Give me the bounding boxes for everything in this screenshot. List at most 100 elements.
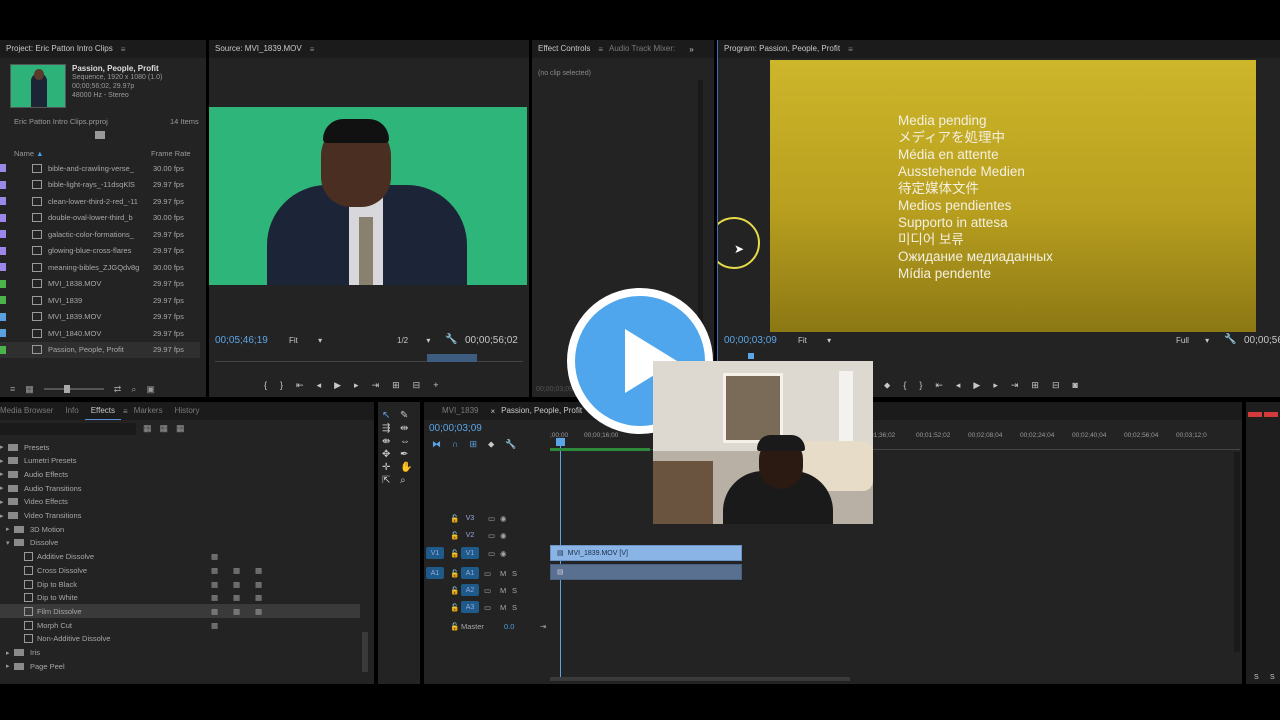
- lock-icon[interactable]: 🔓: [450, 514, 459, 523]
- effects-tree-item[interactable]: ▸ Audio Effects: [0, 467, 360, 481]
- slide-tool-icon[interactable]: ✛: [382, 462, 400, 473]
- project-panel-title[interactable]: Project: Eric Patton Intro Clips: [0, 40, 119, 58]
- effects-tree-item[interactable]: ▸ Audio Transitions: [0, 481, 360, 495]
- column-name[interactable]: Name ▲: [14, 149, 44, 158]
- wrench-icon[interactable]: 🔧: [1224, 334, 1236, 345]
- project-list-item[interactable]: bible-light-rays_-11dsqKlS 29.97 fps: [0, 177, 200, 193]
- effects-tree-item[interactable]: Additive Dissolve ▦: [0, 550, 360, 564]
- expand-arrow-icon[interactable]: ▸: [0, 470, 8, 478]
- 32bit-icon[interactable]: ▦: [160, 423, 169, 434]
- automate-icon[interactable]: ⇄: [114, 384, 122, 395]
- column-frame-rate[interactable]: Frame Rate: [151, 149, 191, 158]
- effects-tree-item[interactable]: ▸ Presets: [0, 440, 360, 454]
- project-list-item[interactable]: Passion, People, Profit 29.97 fps: [0, 341, 200, 358]
- source-timecode[interactable]: 00;05;46;19: [215, 335, 268, 346]
- play-icon[interactable]: ▶: [973, 380, 980, 391]
- mute-button[interactable]: M: [500, 569, 506, 578]
- hand-tool-icon[interactable]: ✋: [400, 462, 418, 473]
- step-forward-icon[interactable]: ▸: [354, 380, 359, 391]
- video-clip-mvi1839[interactable]: ▤ MVI_1839.MOV [V]: [550, 545, 742, 561]
- wrench-icon[interactable]: 🔧: [445, 334, 457, 345]
- track-target[interactable]: V1: [461, 547, 479, 559]
- solo-button[interactable]: S: [512, 569, 517, 578]
- program-monitor-title[interactable]: Program: Passion, People, Profit: [718, 40, 846, 58]
- effects-tree-item[interactable]: Cross Dissolve ▦ ▦ ▦: [0, 563, 360, 577]
- track-target[interactable]: V3: [461, 512, 479, 524]
- project-list-item[interactable]: MVI_1840.MOV 29.97 fps: [0, 325, 200, 341]
- program-video-frame[interactable]: Media pending メディアを処理中 Média en attente Aus…: [770, 60, 1256, 332]
- meter-solo-left[interactable]: S: [1254, 674, 1259, 681]
- project-list-item[interactable]: glowing-blue-cross-flares 29.97 fps: [0, 243, 200, 259]
- effects-scrollbar[interactable]: [362, 632, 368, 672]
- yuv-icon[interactable]: ▦: [176, 423, 185, 434]
- effects-tree-item[interactable]: ▸ Lumetri Presets: [0, 454, 360, 468]
- step-back-icon[interactable]: ◂: [317, 380, 322, 391]
- expand-arrow-icon[interactable]: ▸: [0, 498, 8, 506]
- pen-tool-icon[interactable]: ✒: [400, 449, 418, 460]
- source-patch-v1[interactable]: V1: [426, 547, 444, 559]
- mute-button[interactable]: M: [500, 586, 506, 595]
- go-to-out-icon[interactable]: ⇥: [372, 380, 380, 391]
- step-back-icon[interactable]: ◂: [956, 380, 961, 391]
- snap-icon[interactable]: ∩: [452, 439, 458, 450]
- add-marker-icon[interactable]: ⬥: [488, 439, 494, 450]
- track-target[interactable]: A3: [461, 601, 479, 613]
- eye-icon[interactable]: ◉: [500, 531, 507, 540]
- effects-tree-item[interactable]: Film Dissolve ▦ ▦ ▦: [0, 604, 360, 619]
- track-target[interactable]: V2: [461, 529, 479, 541]
- zoom-tool-icon[interactable]: ⌕: [400, 475, 418, 486]
- tab-info[interactable]: Info: [59, 402, 84, 420]
- timeline-h-scroll[interactable]: [550, 677, 850, 681]
- mark-in-icon[interactable]: {: [264, 380, 267, 391]
- source-fit-dropdown[interactable]: Fit ▾: [289, 336, 322, 345]
- effects-search-input[interactable]: [0, 423, 136, 435]
- selection-tool-icon[interactable]: ↖: [382, 410, 400, 421]
- project-list-item[interactable]: meaning-bibles_ZJGQdv8g 30.00 fps: [0, 259, 200, 275]
- expand-arrow-icon[interactable]: ▸: [0, 512, 8, 520]
- lock-icon[interactable]: 🔓: [450, 531, 459, 540]
- insert-icon[interactable]: ⊞: [392, 380, 400, 391]
- source-patch-a1[interactable]: A1: [426, 567, 444, 579]
- rolling-edit-icon[interactable]: ⇼: [382, 436, 400, 447]
- expand-arrow-icon[interactable]: ▸: [6, 649, 14, 657]
- go-to-out-icon[interactable]: ⇥: [1011, 380, 1019, 391]
- project-list-item[interactable]: MVI_1838.MOV 29.97 fps: [0, 276, 200, 292]
- master-volume[interactable]: 0.0: [504, 622, 514, 631]
- source-video-frame[interactable]: [209, 107, 527, 285]
- tab-effects[interactable]: Effects: [84, 402, 122, 420]
- effects-tree-item[interactable]: Non-Additive Dissolve: [0, 632, 360, 646]
- eye-icon[interactable]: ◉: [500, 549, 507, 558]
- zoom-slider[interactable]: [43, 385, 104, 393]
- timeline-scrollbar[interactable]: [1234, 452, 1240, 652]
- solo-button[interactable]: S: [512, 603, 517, 612]
- track-select-icon[interactable]: ⇶: [382, 423, 400, 434]
- overflow-icon[interactable]: »: [689, 45, 693, 54]
- mark-in-icon[interactable]: {: [903, 380, 906, 391]
- overwrite-icon[interactable]: ⊟: [413, 380, 421, 391]
- tab-audio-track-mixer[interactable]: Audio Track Mixer:: [603, 40, 681, 58]
- effects-tree-item[interactable]: ▸ Page Peel: [0, 659, 360, 673]
- mark-out-icon[interactable]: }: [919, 380, 922, 391]
- expand-arrow-icon[interactable]: ▸: [0, 443, 8, 451]
- expand-arrow-icon[interactable]: ▸: [0, 457, 8, 465]
- effects-tree-item[interactable]: ▸ Iris: [0, 646, 360, 660]
- toggle-sync-lock-icon[interactable]: ▭: [484, 603, 491, 612]
- ripple-edit-icon[interactable]: ⇹: [400, 423, 418, 434]
- toggle-sync-lock-icon[interactable]: ▭: [488, 549, 495, 558]
- effects-tree-item[interactable]: ▸ Video Transitions: [0, 509, 360, 523]
- lock-icon[interactable]: 🔓: [450, 549, 459, 558]
- tab-sequence-mvi1839[interactable]: MVI_1839: [436, 402, 484, 420]
- tab-media-browser[interactable]: Media Browser: [0, 402, 59, 420]
- slip-tool-icon[interactable]: ✥: [382, 449, 400, 460]
- new-bin-icon[interactable]: [95, 131, 105, 139]
- effects-tree-item[interactable]: Morph Cut ▦: [0, 618, 360, 632]
- lift-icon[interactable]: ⊞: [1031, 380, 1039, 391]
- panel-menu-icon[interactable]: ≡: [848, 45, 853, 54]
- solo-button[interactable]: S: [512, 586, 517, 595]
- source-res-dropdown[interactable]: 1/2 ▾: [397, 336, 430, 345]
- go-to-in-icon[interactable]: ⇤: [296, 380, 304, 391]
- panel-menu-icon[interactable]: ≡: [310, 45, 315, 54]
- project-list-item[interactable]: double-oval-lower-third_b 30.00 fps: [0, 210, 200, 226]
- project-list-item[interactable]: MVI_1839.MOV 29.97 fps: [0, 309, 200, 325]
- toggle-sync-lock-icon[interactable]: ▭: [488, 514, 495, 523]
